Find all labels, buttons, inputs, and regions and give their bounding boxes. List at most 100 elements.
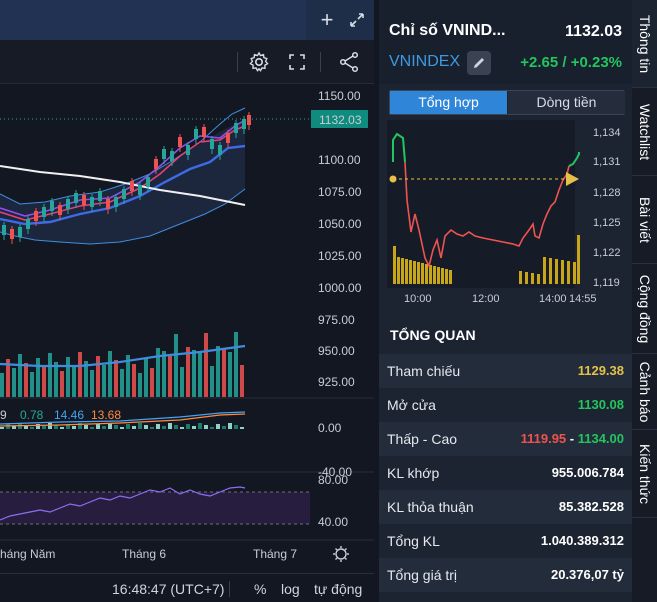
macd-bar [6,424,10,429]
candle-body [242,119,246,129]
macd-bar [12,426,16,429]
macd-bar [48,423,52,429]
candle-body [114,197,118,207]
intraday-volume-bar [577,235,580,284]
candle-body [226,133,230,143]
high-value: 1134.00 [577,431,624,446]
tab-dong-tien[interactable]: Dòng tiền [508,91,625,114]
candle-body [106,199,110,209]
row-reference: Tham chiếu 1129.38 [379,354,632,388]
side-tab-kien-thuc[interactable]: Kiến thức [632,430,657,518]
side-tab-label: Cảnh báo [636,361,653,422]
volume-bar [42,367,46,397]
volume-bar [132,364,136,397]
settings-gear-icon[interactable] [247,50,271,74]
bottom-divider [229,581,230,597]
chart-panel[interactable]: + 9 0.78 14.46 13.68 1150.00 1132.03 110… [0,0,374,602]
volume-bar [144,359,148,397]
row-label: KL thỏa thuận [387,499,474,515]
volume-bar [240,365,244,397]
volume-bar [186,347,190,397]
macd-bar [240,427,244,429]
index-header: Chỉ số VNIND... 1132.03 VNINDEX +2.65 / … [379,0,632,84]
row-open: Mở cửa 1130.08 [379,388,632,422]
volume-bar [18,354,22,397]
volume-bar [192,350,196,397]
side-tab-cong-dong[interactable]: Cộng đồng [632,264,657,354]
auto-scale-toggle[interactable]: tự động [314,581,362,597]
macd-bar [84,425,88,429]
fullscreen-icon[interactable] [285,50,309,74]
add-tab-icon[interactable]: + [315,8,339,32]
macd-bar [60,427,64,429]
reference-dot [389,175,397,183]
side-tab-watchlist[interactable]: Watchlist [632,88,657,176]
intraday-volume-bar [425,264,428,284]
volume-bar [108,351,112,397]
row-value: 1129.38 [577,363,624,378]
tab-tong-hop[interactable]: Tổng hợp [390,91,507,114]
candle-body [194,129,198,139]
price-tick: 950.00 [318,344,355,358]
index-info-panel: Chỉ số VNIND... 1132.03 VNINDEX +2.65 / … [379,0,632,602]
row-label: Tổng giá trị [387,567,458,583]
row-value: 1119.95 - 1134.00 [521,431,624,446]
time-label: Tháng 7 [253,547,297,561]
side-tab-thong-tin[interactable]: Thông tin [632,0,657,88]
candle-body [218,145,222,155]
index-code[interactable]: VNINDEX [389,53,460,71]
candle-body [58,205,62,215]
macd-bar [96,424,100,429]
volume-bar [210,366,214,397]
volume-bar [180,367,184,397]
index-title: Chỉ số VNIND... [389,22,506,39]
candle-body [42,207,46,217]
macd-bar [126,424,130,429]
edit-pencil-icon[interactable] [467,51,491,75]
time-axis-settings-icon[interactable] [333,546,349,562]
row-total-volume: Tổng KL 1.040.389.312 [379,524,632,558]
intraday-x-label: 14:55 [569,293,597,305]
candle-body [2,225,6,235]
macd-bar [210,427,214,429]
macd-bar [162,426,166,429]
price-chart[interactable]: 9 0.78 14.46 13.68 1150.00 1132.03 1100.… [0,84,374,573]
share-icon[interactable] [337,50,361,74]
log-toggle[interactable]: log [281,581,300,597]
intraday-y-label: 1,119 [593,277,620,289]
range-separator: - [566,431,578,446]
low-value: 1119.95 [520,431,567,446]
candle-body [162,149,166,159]
volume-bar [228,352,232,397]
volume-bar [120,369,124,397]
macd-bar [180,427,184,429]
row-value: 20.376,07 tỷ [550,567,624,582]
candle-body [154,159,158,169]
volume-bar [102,365,106,397]
macd-bar [174,425,178,429]
volume-bar [168,354,172,397]
intraday-y-label: 1,125 [593,217,621,229]
candle-body [146,177,150,187]
clock-text: 16:48:47 (UTC+7) [112,581,225,597]
candle-body [202,127,206,137]
volume-bar [174,334,178,397]
intraday-volume-bar [561,260,564,284]
volume-bar [66,357,70,397]
chart-tab-strip[interactable] [0,0,306,40]
row-matched-volume: KL khớp 955.006.784 [379,456,632,490]
side-tab-label: Cộng đồng [636,274,653,343]
price-tick: 1100.00 [318,153,361,167]
percent-toggle[interactable]: % [254,581,266,597]
side-tab-label: Thông tin [636,14,653,73]
side-tab-canh-bao[interactable]: Cảnh báo [632,354,657,430]
macd-bar [30,427,34,429]
candle-body [170,151,174,161]
side-tab-bai-viet[interactable]: Bài viết [632,176,657,264]
row-total-value: Tổng giá trị 20.376,07 tỷ [379,558,632,592]
intraday-x-label: 14:00 [539,293,567,305]
intraday-volume-bar [543,257,546,284]
expand-arrows-icon[interactable] [345,8,369,32]
row-label: KL khớp [387,465,440,481]
chart-tab-bar: + [0,0,374,40]
